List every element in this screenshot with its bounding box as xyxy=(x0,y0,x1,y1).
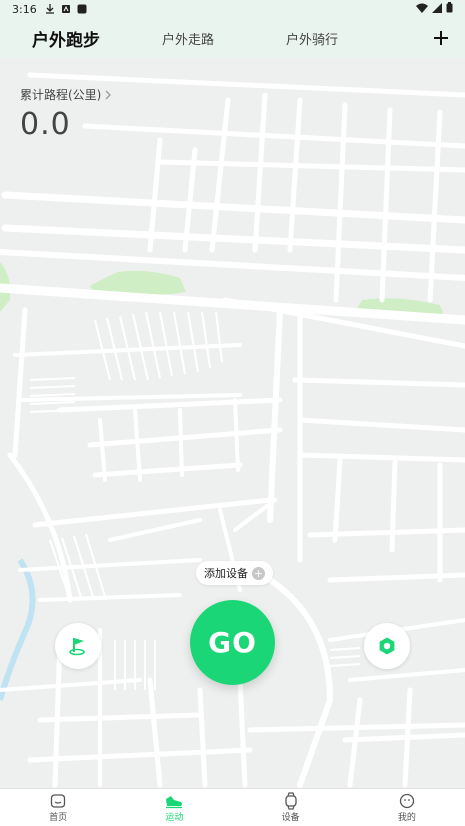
tab-outdoor-cycling[interactable]: 户外骑行 xyxy=(286,18,338,58)
download-icon xyxy=(45,4,55,14)
distance-stats[interactable]: 累计路程(公里) 0.0 xyxy=(20,86,112,142)
smile-face-icon xyxy=(398,792,416,810)
status-right-icons xyxy=(416,2,453,16)
watch-icon xyxy=(282,792,300,810)
nav-item-home[interactable]: 首页 xyxy=(0,789,116,826)
tab-outdoor-walking[interactable]: 户外走路 xyxy=(162,18,214,58)
nav-mine-label: 我的 xyxy=(397,813,416,823)
nav-item-sport[interactable]: 运动 xyxy=(116,789,232,826)
shoe-icon xyxy=(165,792,183,810)
bottom-navigation: 首页 运动 设备 我的 xyxy=(0,788,465,826)
sport-type-tabs: 户外跑步 户外走路 户外骑行 xyxy=(0,18,465,58)
plus-icon xyxy=(434,31,448,45)
flag-icon xyxy=(69,638,85,656)
total-distance-value: 0.0 xyxy=(20,107,71,142)
add-device-button[interactable]: 添加设备 + xyxy=(196,561,273,585)
gear-icon xyxy=(379,637,395,655)
wifi-icon xyxy=(416,3,428,16)
app-square-icon xyxy=(77,4,87,14)
go-button[interactable]: GO xyxy=(190,600,275,685)
settings-button[interactable] xyxy=(364,623,410,669)
home-icon xyxy=(49,792,67,810)
nav-device-label: 设备 xyxy=(281,813,300,823)
nav-sport-label: 运动 xyxy=(165,813,184,823)
signal-icon xyxy=(432,2,442,16)
add-button[interactable] xyxy=(429,26,453,50)
nav-item-device[interactable]: 设备 xyxy=(233,789,349,826)
total-distance-label-row: 累计路程(公里) xyxy=(20,86,112,103)
nav-item-mine[interactable]: 我的 xyxy=(349,789,465,826)
route-flag-button[interactable] xyxy=(55,623,101,669)
add-device-label: 添加设备 xyxy=(204,567,248,580)
total-distance-label: 累计路程(公里) xyxy=(20,88,102,102)
river xyxy=(0,558,36,701)
status-bar: 3:16 xyxy=(0,0,465,18)
chevron-right-icon xyxy=(105,90,112,99)
status-time: 3:16 xyxy=(12,2,37,16)
tab-outdoor-running[interactable]: 户外跑步 xyxy=(32,18,100,58)
battery-icon xyxy=(446,2,453,16)
app-notification-icon xyxy=(61,4,71,14)
nav-home-label: 首页 xyxy=(49,813,68,823)
plus-circle-icon: + xyxy=(252,566,265,580)
